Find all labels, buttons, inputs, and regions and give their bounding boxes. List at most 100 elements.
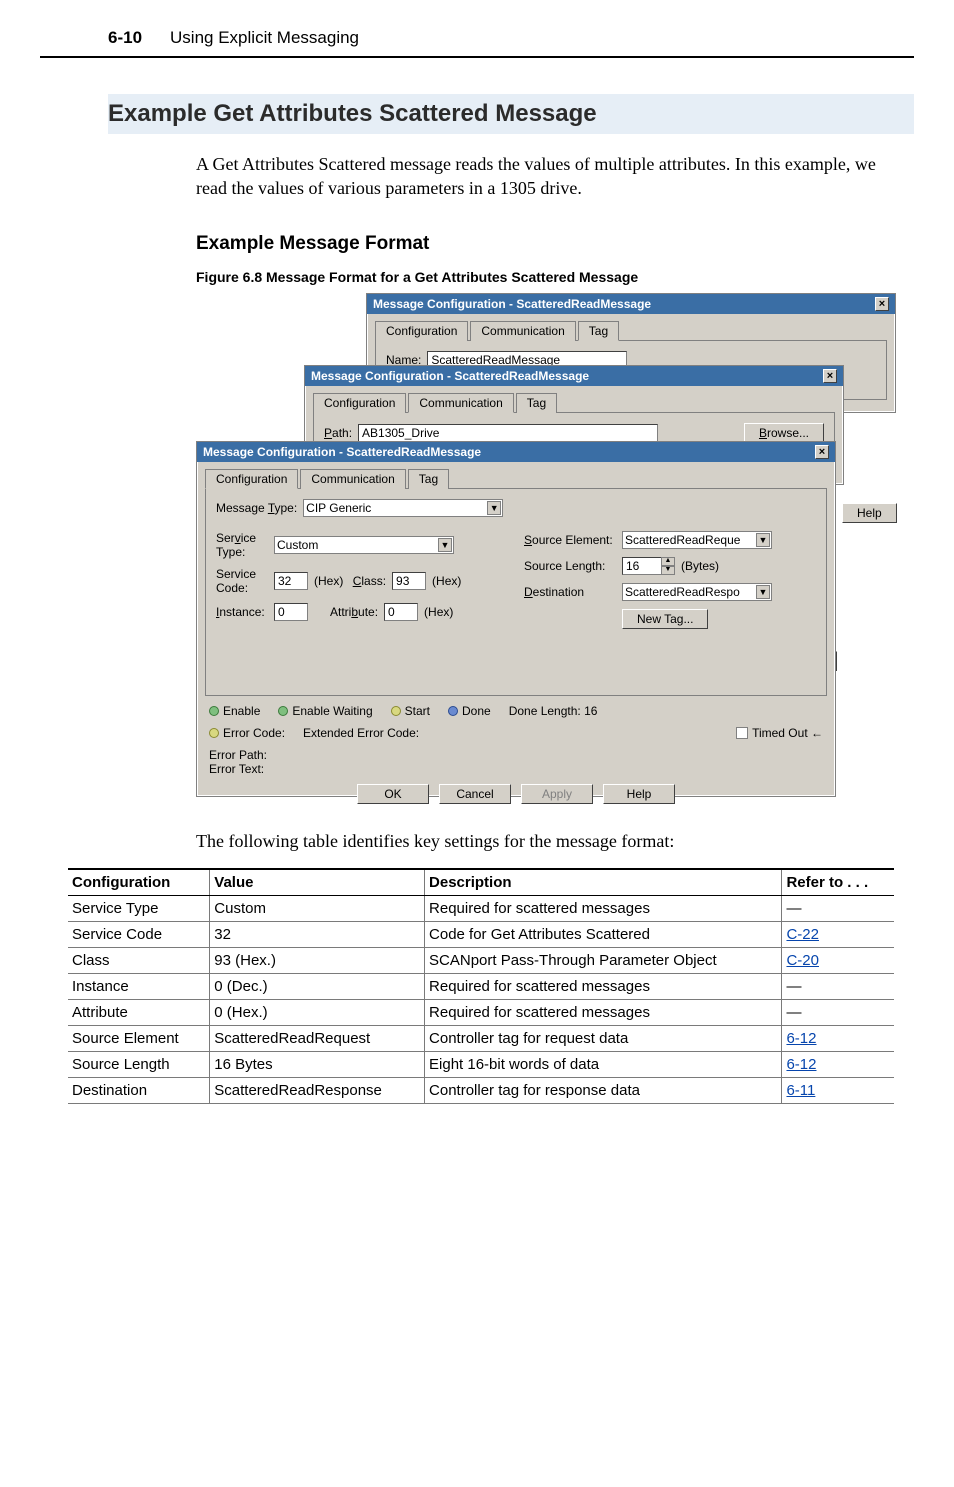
section-title: Example Get Attributes Scattered Message bbox=[108, 100, 914, 128]
extended-error-label: Extended Error Code: bbox=[303, 726, 419, 740]
tab-tag[interactable]: Tag bbox=[408, 469, 449, 489]
refer-link[interactable]: 6-12 bbox=[786, 1030, 816, 1047]
status-done: Done bbox=[448, 704, 491, 718]
tab-communication[interactable]: Communication bbox=[470, 321, 575, 341]
bytes-label: (Bytes) bbox=[681, 559, 719, 573]
chevron-down-icon: ▼ bbox=[487, 501, 501, 515]
tab-configuration[interactable]: Configuration bbox=[375, 321, 468, 341]
tab-configuration[interactable]: Configuration bbox=[313, 393, 406, 413]
help-peek-1: Help bbox=[842, 503, 897, 523]
dialog-title: Message Configuration - ScatteredReadMes… bbox=[367, 294, 895, 314]
col-value: Value bbox=[210, 869, 425, 896]
refer-link[interactable]: C-20 bbox=[786, 952, 819, 969]
new-tag-button[interactable]: New Tag... bbox=[622, 609, 708, 629]
ok-button[interactable]: OK bbox=[357, 784, 429, 804]
status-dot-icon bbox=[209, 728, 219, 738]
cell-configuration: Instance bbox=[68, 973, 210, 999]
error-path-label: Error Path: bbox=[209, 748, 823, 762]
status-enable: Enable bbox=[209, 704, 260, 718]
dialog-title-text: Message Configuration - ScatteredReadMes… bbox=[203, 445, 481, 459]
cell-refer[interactable]: 6-12 bbox=[782, 1025, 894, 1051]
cell-configuration: Service Type bbox=[68, 895, 210, 921]
message-type-value: CIP Generic bbox=[306, 501, 371, 515]
cell-value: 0 (Dec.) bbox=[210, 973, 425, 999]
sub-heading: Example Message Format bbox=[196, 233, 954, 255]
table-row: Instance0 (Dec.)Required for scattered m… bbox=[68, 973, 894, 999]
service-type-select[interactable]: Custom ▼ bbox=[274, 536, 454, 554]
cell-refer[interactable]: C-22 bbox=[782, 921, 894, 947]
destination-select[interactable]: ScatteredReadRespo ▼ bbox=[622, 583, 772, 601]
destination-value: ScatteredReadRespo bbox=[625, 585, 740, 599]
source-length-input[interactable] bbox=[622, 557, 662, 575]
tab-communication[interactable]: Communication bbox=[408, 393, 513, 413]
cell-description: Required for scattered messages bbox=[425, 895, 782, 921]
dialog-title-text: Message Configuration - ScatteredReadMes… bbox=[311, 369, 589, 383]
status-dot-icon bbox=[448, 706, 458, 716]
cell-value: 0 (Hex.) bbox=[210, 999, 425, 1025]
cell-refer: — bbox=[782, 895, 894, 921]
close-icon[interactable]: × bbox=[875, 297, 889, 311]
destination-label: Destination bbox=[524, 585, 616, 599]
cell-refer[interactable]: 6-12 bbox=[782, 1051, 894, 1077]
cell-description: Controller tag for response data bbox=[425, 1077, 782, 1103]
help-button[interactable]: Help bbox=[603, 784, 675, 804]
chevron-down-icon: ▼ bbox=[438, 538, 452, 552]
browse-button[interactable]: Browse... bbox=[744, 423, 824, 443]
tab-communication[interactable]: Communication bbox=[300, 469, 405, 489]
chevron-down-icon: ▼ bbox=[756, 585, 770, 599]
dialog-screenshot: Message Configuration - ScatteredReadMes… bbox=[196, 293, 896, 803]
done-length: Done Length: 16 bbox=[509, 704, 598, 718]
cell-value: 93 (Hex.) bbox=[210, 947, 425, 973]
cell-description: SCANport Pass-Through Parameter Object bbox=[425, 947, 782, 973]
source-element-select[interactable]: ScatteredReadReque ▼ bbox=[622, 531, 772, 549]
cell-description: Required for scattered messages bbox=[425, 999, 782, 1025]
apply-button[interactable]: Apply bbox=[521, 784, 593, 804]
source-element-value: ScatteredReadReque bbox=[625, 533, 740, 547]
col-refer: Refer to . . . bbox=[782, 869, 894, 896]
table-row: DestinationScatteredReadResponseControll… bbox=[68, 1077, 894, 1103]
cell-description: Controller tag for request data bbox=[425, 1025, 782, 1051]
help-button[interactable]: Help bbox=[842, 503, 897, 523]
table-row: Source ElementScatteredReadRequestContro… bbox=[68, 1025, 894, 1051]
table-header-row: Configuration Value Description Refer to… bbox=[68, 869, 894, 896]
path-input[interactable] bbox=[358, 424, 658, 442]
spinner-icon[interactable]: ▲▼ bbox=[661, 557, 675, 575]
path-label: Path: bbox=[324, 426, 352, 440]
close-icon[interactable]: × bbox=[823, 369, 837, 383]
instance-label: Instance: bbox=[216, 605, 268, 619]
tab-configuration[interactable]: Configuration bbox=[205, 469, 298, 489]
table-row: Source Length16 BytesEight 16-bit words … bbox=[68, 1051, 894, 1077]
tab-tag[interactable]: Tag bbox=[578, 321, 619, 341]
table-lead: The following table identifies key setti… bbox=[196, 831, 954, 852]
hex-label: (Hex) bbox=[432, 574, 461, 588]
cell-refer[interactable]: C-20 bbox=[782, 947, 894, 973]
table-row: Attribute0 (Hex.)Required for scattered … bbox=[68, 999, 894, 1025]
timed-out-check[interactable]: Timed Out ← bbox=[736, 726, 823, 740]
class-label: Class: bbox=[349, 574, 386, 588]
cancel-button[interactable]: Cancel bbox=[439, 784, 511, 804]
tab-tag[interactable]: Tag bbox=[516, 393, 557, 413]
dialog-title-text: Message Configuration - ScatteredReadMes… bbox=[373, 297, 651, 311]
cell-configuration: Service Code bbox=[68, 921, 210, 947]
class-input[interactable] bbox=[392, 572, 426, 590]
message-type-select[interactable]: CIP Generic ▼ bbox=[303, 499, 503, 517]
cell-value: 16 Bytes bbox=[210, 1051, 425, 1077]
refer-link[interactable]: 6-11 bbox=[786, 1082, 815, 1099]
status-dot-icon bbox=[278, 706, 288, 716]
cell-configuration: Class bbox=[68, 947, 210, 973]
cell-configuration: Attribute bbox=[68, 999, 210, 1025]
service-code-input[interactable] bbox=[274, 572, 308, 590]
attribute-label: Attribute: bbox=[330, 605, 378, 619]
col-description: Description bbox=[425, 869, 782, 896]
service-type-label: ServiceType: bbox=[216, 531, 268, 559]
cell-description: Eight 16-bit words of data bbox=[425, 1051, 782, 1077]
cell-description: Code for Get Attributes Scattered bbox=[425, 921, 782, 947]
source-element-label: Source Element: bbox=[524, 533, 616, 547]
attribute-input[interactable] bbox=[384, 603, 418, 621]
refer-link[interactable]: C-22 bbox=[786, 926, 819, 943]
instance-input[interactable] bbox=[274, 603, 308, 621]
close-icon[interactable]: × bbox=[815, 445, 829, 459]
page-number: 6-10 bbox=[108, 28, 142, 48]
refer-link[interactable]: 6-12 bbox=[786, 1056, 816, 1073]
cell-refer[interactable]: 6-11 bbox=[782, 1077, 894, 1103]
